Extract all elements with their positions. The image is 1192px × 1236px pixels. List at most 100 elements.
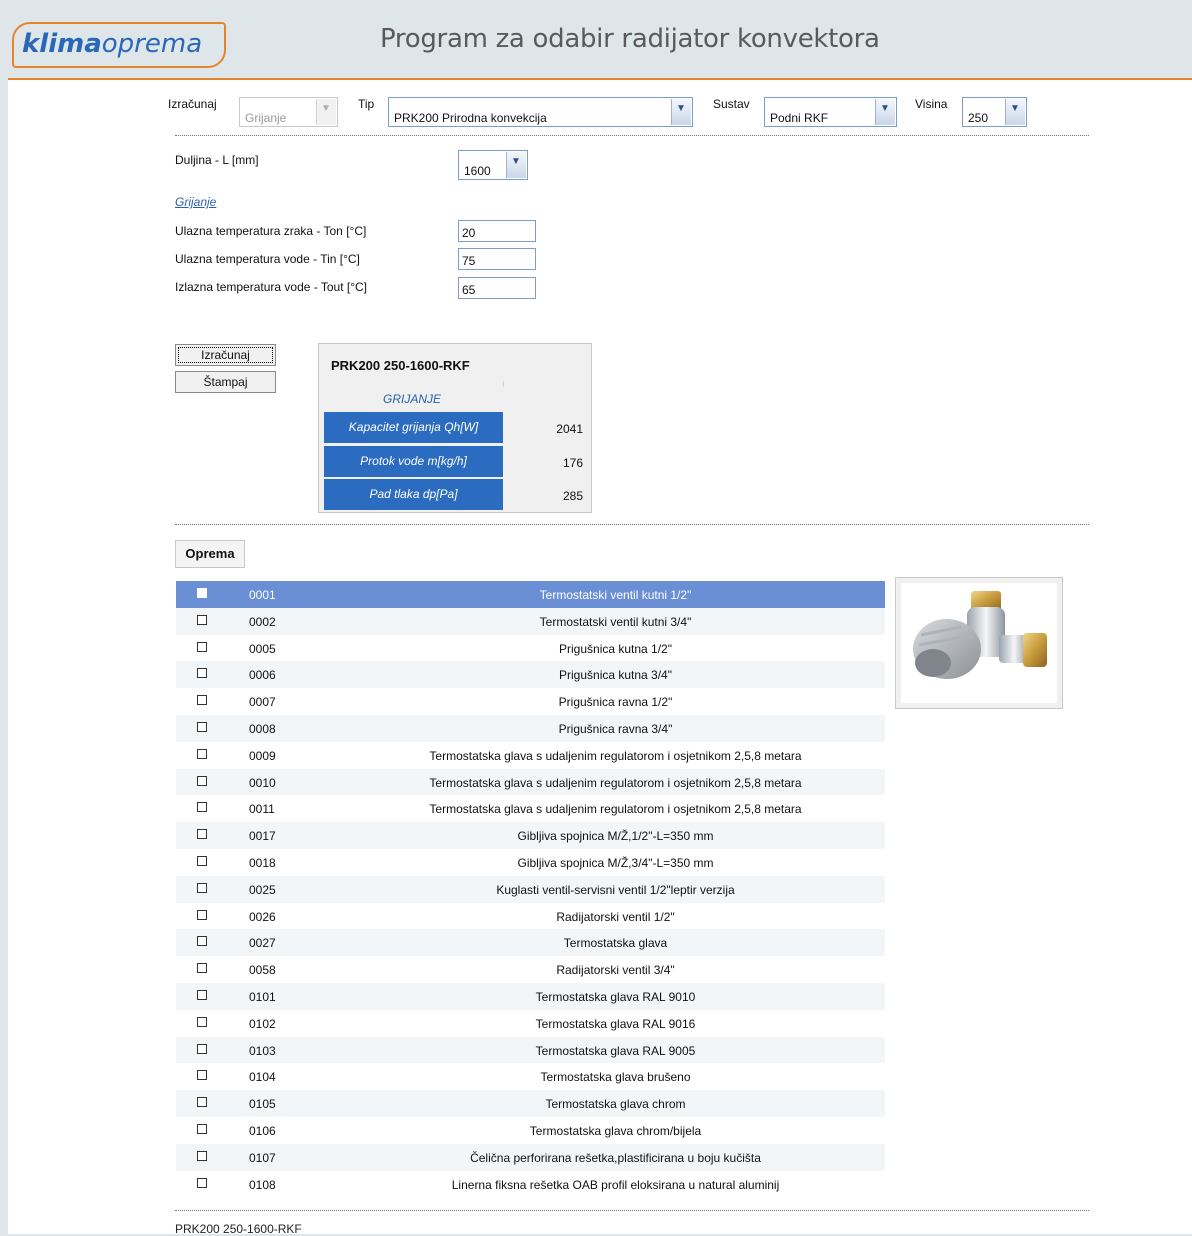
checkbox-icon[interactable] — [197, 829, 207, 840]
table-row[interactable]: 0007 Prigušnica ravna 1/2" — [176, 688, 885, 715]
table-row[interactable]: 0001 Termostatski ventil kutni 1/2" — [176, 581, 885, 608]
table-row[interactable]: 0026 Radijatorski ventil 1/2" — [176, 902, 885, 930]
item-description: Termostatska glava RAL 9010 — [535, 989, 696, 1004]
item-description: Termostatska glava — [563, 936, 668, 951]
visina-select[interactable]: 250 ▼ — [962, 97, 1027, 127]
sustav-select[interactable]: Podni RKF ▼ — [764, 97, 897, 127]
table-row[interactable]: 0104 Termostatska glava brušeno — [176, 1063, 885, 1091]
result-panel: PRK200 250-1600-RKF GRIJANJE Kapacitet g… — [318, 343, 592, 513]
divider — [175, 1210, 1089, 1211]
table-row[interactable]: 0010 Termostatska glava s udaljenim regul… — [176, 768, 885, 796]
checkbox-icon[interactable] — [197, 909, 207, 920]
table-row[interactable]: 0102 Termostatska glava RAL 9016 — [176, 1009, 885, 1037]
item-description: Čelična perforirana rešetka,plastificira… — [470, 1150, 761, 1165]
ton-input[interactable]: 20 — [458, 220, 536, 242]
tip-select[interactable]: PRK200 Prirodna konvekcija ▼ — [388, 97, 693, 127]
checkbox-icon[interactable] — [197, 1070, 207, 1081]
checkbox-icon[interactable] — [197, 1123, 207, 1134]
tout-label: Izlazna temperatura vode - Tout [°C] — [175, 280, 368, 294]
tip-label: Tip — [358, 97, 375, 111]
item-description: Termostatska glava s udaljenim regulator… — [429, 802, 802, 817]
stampaj-button[interactable]: Štampaj — [175, 371, 276, 393]
checkbox-icon[interactable] — [197, 989, 207, 1000]
checkbox-icon[interactable] — [197, 748, 207, 759]
sustav-select-value: Podni RKF — [770, 111, 829, 125]
result-value-pad-tlaka: 285 — [562, 489, 583, 503]
table-row[interactable]: 0106 Termostatska glava chrom/bijela — [176, 1116, 885, 1144]
item-code: 0010 — [249, 775, 276, 790]
checkbox-icon[interactable] — [197, 1043, 207, 1054]
checkbox-icon[interactable] — [197, 721, 207, 732]
item-description: Termostatska glava s udaljenim regulator… — [429, 775, 802, 790]
checkbox-icon[interactable] — [197, 614, 207, 625]
izracunaj-select[interactable]: Grijanje ▼ — [239, 97, 338, 127]
item-code: 0106 — [249, 1123, 276, 1138]
divider — [175, 135, 1089, 136]
table-row[interactable]: 0101 Termostatska glava RAL 9010 — [176, 982, 885, 1010]
result-label-protok: Protok vode m[kg/h] — [324, 446, 503, 477]
checkbox-icon[interactable] — [197, 802, 207, 813]
table-row[interactable]: 0105 Termostatska glava chrom — [176, 1090, 885, 1117]
sustav-label: Sustav — [713, 97, 750, 111]
izracunaj-label: Izračunaj — [168, 97, 217, 111]
checkbox-icon[interactable] — [197, 641, 207, 652]
table-row[interactable]: 0018 Gibljiva spojnica M/Ž,3/4"-L=350 mm — [176, 848, 885, 876]
table-row[interactable]: 0017 Gibljiva spojnica M/Ž,1/2"-L=350 mm — [176, 822, 885, 849]
duljina-select-value: 1600 — [464, 164, 491, 178]
table-row[interactable]: 0002 Termostatski ventil kutni 3/4" — [176, 607, 885, 635]
table-row[interactable]: 0058 Radijatorski ventil 3/4" — [176, 956, 885, 983]
table-row[interactable]: 0108 Linerna fiksna rešetka OAB profil el… — [176, 1170, 885, 1198]
result-subtitle: GRIJANJE — [383, 392, 442, 406]
visina-label: Visina — [915, 97, 948, 111]
oprema-button[interactable]: Oprema — [175, 540, 245, 568]
item-code: 0104 — [249, 1070, 276, 1085]
chevron-down-icon: ▼ — [506, 152, 526, 178]
table-row[interactable]: 0103 Termostatska glava RAL 9005 — [176, 1036, 885, 1064]
grijanje-link[interactable]: Grijanje — [175, 195, 216, 209]
checkbox-icon[interactable] — [197, 963, 207, 974]
item-description: Prigušnica ravna 1/2" — [558, 695, 673, 710]
checkbox-icon[interactable] — [197, 1016, 207, 1027]
chevron-down-icon: ▼ — [875, 99, 895, 125]
izracunaj-button[interactable]: Izračunaj — [175, 344, 276, 366]
checkbox-icon[interactable] — [197, 1177, 207, 1188]
checkbox-icon[interactable] — [197, 775, 207, 786]
item-code: 0005 — [249, 641, 276, 656]
grid-line — [503, 381, 504, 387]
table-row[interactable]: 0011 Termostatska glava s udaljenim regul… — [176, 795, 885, 823]
result-label-kapacitet: Kapacitet grijanja Qh[W] — [324, 412, 503, 443]
chevron-down-icon: ▼ — [316, 99, 336, 125]
table-row[interactable]: 0025 Kuglasti ventil-servisni ventil 1/2"… — [176, 875, 885, 903]
checkbox-icon[interactable] — [197, 1150, 207, 1161]
product-photo-frame — [895, 577, 1063, 709]
item-description: Linerna fiksna rešetka OAB profil eloksi… — [451, 1177, 780, 1192]
checkbox-icon[interactable] — [197, 1097, 207, 1108]
table-row[interactable]: 0005 Prigušnica kutna 1/2" — [176, 634, 885, 662]
item-code: 0108 — [249, 1177, 276, 1192]
duljina-label: Duljina - L [mm] — [175, 153, 259, 167]
table-row[interactable]: 0009 Termostatska glava s udaljenim regul… — [176, 741, 885, 769]
item-code: 0102 — [249, 1016, 276, 1031]
checkbox-icon[interactable] — [197, 855, 207, 866]
duljina-select[interactable]: 1600 ▼ — [458, 150, 528, 180]
checkbox-icon[interactable] — [197, 936, 207, 947]
table-row[interactable]: 0027 Termostatska glava — [176, 929, 885, 957]
checkbox-icon[interactable] — [197, 588, 207, 598]
tin-input[interactable]: 75 — [458, 248, 536, 270]
table-row[interactable]: 0008 Prigušnica ravna 3/4" — [176, 714, 885, 742]
item-code: 0105 — [249, 1097, 276, 1112]
table-row[interactable]: 0107 Čelična perforirana rešetka,plastifi… — [176, 1143, 885, 1171]
item-description: Kuglasti ventil-servisni ventil 1/2"lept… — [496, 882, 735, 897]
item-code: 0009 — [249, 748, 276, 763]
item-code: 0001 — [249, 588, 276, 602]
table-row[interactable]: 0006 Prigušnica kutna 3/4" — [176, 661, 885, 689]
item-code: 0018 — [249, 855, 276, 870]
checkbox-icon[interactable] — [197, 882, 207, 893]
item-description: Termostatska glava RAL 9005 — [535, 1043, 696, 1058]
page-title: Program za odabir radijator konvektora — [380, 24, 880, 54]
checkbox-icon[interactable] — [197, 668, 207, 679]
item-description: Termostatski ventil kutni 3/4" — [539, 614, 692, 629]
ton-label: Ulazna temperatura zraka - Ton [°C] — [175, 224, 367, 238]
checkbox-icon[interactable] — [197, 695, 207, 706]
tout-input[interactable]: 65 — [458, 277, 536, 299]
